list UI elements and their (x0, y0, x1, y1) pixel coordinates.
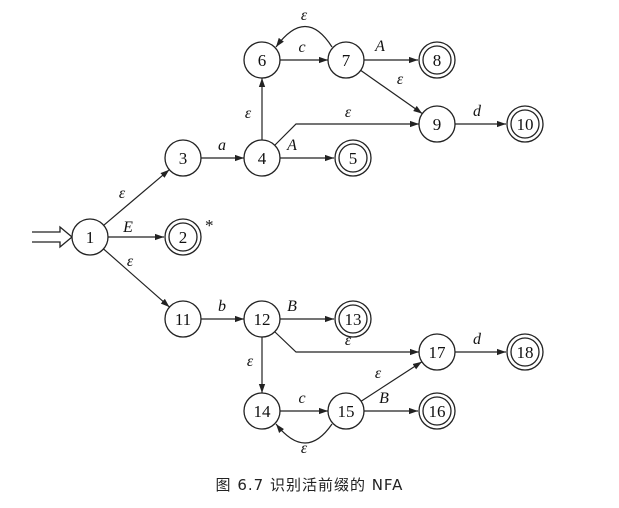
transition-1-to-11: ε (103, 248, 170, 308)
state-5: 5 (334, 139, 372, 177)
state-1: 1 (71, 218, 109, 256)
transition-15-to-14: ε (275, 423, 333, 457)
transition-9-to-10: d (455, 103, 506, 128)
transition-7-to-8: A (364, 38, 418, 64)
state-6: 6 (243, 41, 281, 79)
transition-label: ε (345, 104, 352, 121)
state-18: 18 (506, 333, 544, 371)
nfa-diagram: εEεa Aε εcεAεdb BεεcεBεd 1 2*3 4 56 7 89 1011 12 13… (32, 7, 544, 457)
state-13: 13 (334, 300, 372, 338)
transition-label: a (218, 137, 226, 154)
transition-1-to-2: E (108, 219, 164, 241)
transition-6-to-7: c (280, 39, 328, 64)
state-label: 16 (429, 402, 446, 421)
transition-1-to-3: ε (103, 169, 170, 226)
transition-label: ε (397, 71, 404, 88)
transition-label: d (473, 103, 482, 120)
transition-label: B (287, 298, 297, 315)
transition-label: A (374, 38, 385, 55)
transition-label: E (122, 219, 133, 236)
state-label: 1 (86, 228, 95, 247)
state-label: 13 (345, 310, 362, 329)
transition-label: ε (301, 7, 308, 24)
state-7: 7 (327, 41, 365, 79)
state-11: 11 (164, 300, 202, 338)
state-15: 15 (327, 392, 365, 430)
transition-4-to-6: ε (245, 78, 266, 140)
state-label: 17 (429, 343, 447, 362)
transition-14-to-15: c (280, 390, 328, 415)
state-label: 18 (517, 343, 534, 362)
state-label: 8 (433, 51, 442, 70)
transition-label: B (379, 390, 389, 407)
transition-4-to-5: A (280, 137, 334, 162)
state-16: 16 (418, 392, 456, 430)
state-label: 10 (517, 115, 534, 134)
figure-caption: 图 6.7 识别活前缀的 NFA (215, 476, 404, 494)
state-10: 10 (506, 105, 544, 143)
transition-label: ε (375, 365, 382, 382)
transition-17-to-18: d (455, 331, 506, 356)
state-4: 4 (243, 139, 281, 177)
state-label: 15 (338, 402, 355, 421)
state-label: 2 (179, 228, 188, 247)
state-12: 12 (243, 300, 281, 338)
state-label: 6 (258, 51, 267, 70)
state-3: 3 (164, 139, 202, 177)
transition-15-to-16: B (364, 390, 418, 415)
transition-label: c (298, 39, 305, 56)
transition-3-to-4: a (201, 137, 244, 162)
transition-arrow (360, 69, 423, 115)
state-9: 9 (418, 105, 456, 143)
state-label: 14 (254, 402, 272, 421)
transition-arrow (103, 169, 170, 226)
transition-15-to-17: ε (360, 361, 423, 402)
state-2: 2* (164, 216, 214, 256)
transition-arrow (103, 248, 170, 308)
transition-12-to-14: ε (247, 337, 266, 393)
transition-label: ε (245, 105, 252, 122)
state-label: 5 (349, 149, 358, 168)
state-17: 17 (418, 333, 456, 371)
start-arrow (32, 225, 74, 249)
state-label: 11 (175, 310, 191, 329)
state-8: 8 (418, 41, 456, 79)
state-label: 3 (179, 149, 188, 168)
transition-arrow (360, 361, 423, 402)
state-label: 9 (433, 115, 442, 134)
state-label: 7 (342, 51, 351, 70)
transition-7-to-9: ε (360, 69, 423, 115)
state-14: 14 (243, 392, 281, 430)
transition-label: d (473, 331, 482, 348)
transition-label: ε (119, 185, 126, 202)
state-mark: * (205, 216, 214, 235)
transition-label: ε (247, 353, 254, 370)
transition-11-to-12: b (201, 298, 244, 323)
transition-12-to-13: B (280, 298, 334, 323)
transition-label: ε (127, 253, 134, 270)
transition-label: ε (301, 440, 308, 457)
transition-label: A (286, 137, 297, 154)
transition-label: b (218, 298, 226, 315)
state-label: 4 (258, 149, 267, 168)
transition-label: c (298, 390, 305, 407)
state-label: 12 (254, 310, 271, 329)
